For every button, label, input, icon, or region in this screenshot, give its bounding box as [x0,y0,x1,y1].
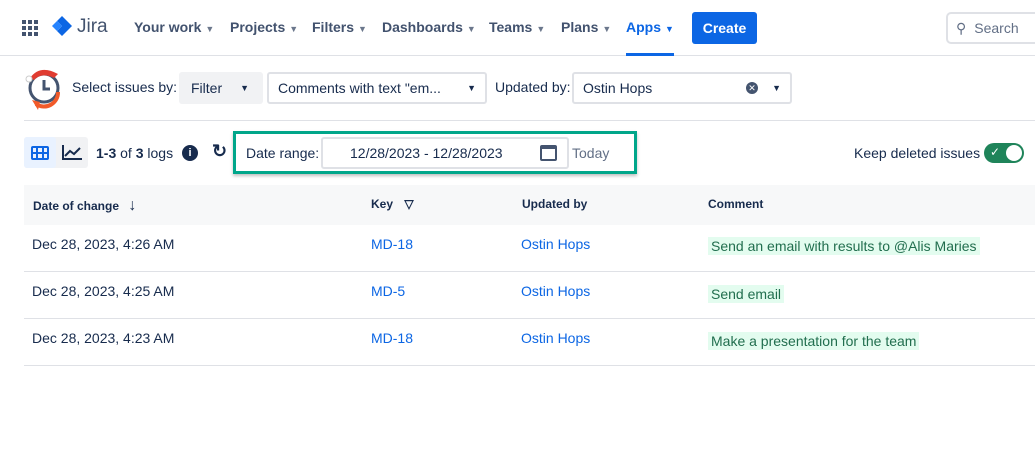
keep-deleted-label: Keep deleted issues [854,145,981,161]
updated-by-select[interactable]: Ostin Hops ✕ ▼ [572,72,792,104]
date-cell: Dec 28, 2023, 4:25 AM [32,283,175,299]
header-comment: Comment [708,197,764,211]
search-icon: ⚲ [956,19,967,36]
search-input[interactable]: ⚲ Search [946,12,1035,44]
nav-teams[interactable]: Teams ▼ [489,19,545,35]
date-cell: Dec 28, 2023, 4:23 AM [32,330,175,346]
top-nav: Jira Your work ▼ Projects ▼ Filters ▼ Dashb… [0,0,1035,56]
nav-filters[interactable]: Filters ▼ [312,19,367,35]
updated-by-label: Updated by: [495,79,571,95]
filter-icon[interactable]: ▽ [404,197,413,211]
keep-deleted-toggle[interactable]: ✓ [984,143,1024,163]
filter-mode-select[interactable]: Filter ▼ [179,72,263,104]
chevron-down-icon: ▼ [467,83,476,93]
nav-plans[interactable]: Plans ▼ [561,19,611,35]
comment-cell: Make a presentation for the team [708,332,920,350]
comment-cell: Send email [708,285,785,303]
jira-logo-icon [52,16,72,36]
clear-icon[interactable]: ✕ [746,82,759,94]
user-link[interactable]: Ostin Hops [521,283,590,299]
app-logo-icon [25,69,60,110]
nav-projects[interactable]: Projects ▼ [230,19,298,35]
issue-key-link[interactable]: MD-18 [371,330,413,346]
nav-your-work[interactable]: Your work ▼ [134,19,214,35]
select-issues-label: Select issues by: [72,79,178,95]
header-date-of-change[interactable]: Date of change ↓ [33,197,136,215]
logo-text: Jira [77,16,108,37]
check-icon: ✓ [990,145,1001,159]
info-icon[interactable]: i [182,145,198,161]
refresh-icon[interactable]: ↻ [212,141,227,162]
create-button[interactable]: Create [692,12,757,44]
table-view-button[interactable] [24,137,56,168]
comment-cell: Send an email with results to @Alis Mari… [708,237,980,255]
date-range-input[interactable]: 12/28/2023 - 12/28/2023 [321,137,569,169]
nav-apps[interactable]: Apps ▼ [626,19,674,56]
jira-logo[interactable]: Jira [52,16,108,38]
today-button[interactable]: Today [572,145,609,161]
grid-icon [31,145,49,160]
nav-dashboards[interactable]: Dashboards ▼ [382,19,476,35]
app-switcher-icon[interactable] [22,20,38,36]
date-cell: Dec 28, 2023, 4:26 AM [32,236,175,252]
header-updated-by: Updated by [522,197,588,211]
header-key[interactable]: Key ▽ [371,197,414,211]
issue-key-link[interactable]: MD-5 [371,283,405,299]
divider [24,120,1035,121]
chart-view-icon[interactable] [61,144,83,161]
filter-select[interactable]: Comments with text "em... ▼ [267,72,487,104]
chevron-down-icon: ▼ [772,83,781,93]
log-count: 1-3 of 3 logs [96,145,174,161]
issue-key-link[interactable]: MD-18 [371,236,413,252]
date-range-label: Date range: [246,145,320,161]
user-link[interactable]: Ostin Hops [521,330,590,346]
date-range-group: Date range: 12/28/2023 - 12/28/2023 Toda… [233,131,637,174]
calendar-icon[interactable] [540,145,557,161]
view-toggle [24,137,88,168]
sort-down-icon: ↓ [128,197,137,214]
user-link[interactable]: Ostin Hops [521,236,590,252]
chevron-down-icon: ▼ [240,83,250,93]
